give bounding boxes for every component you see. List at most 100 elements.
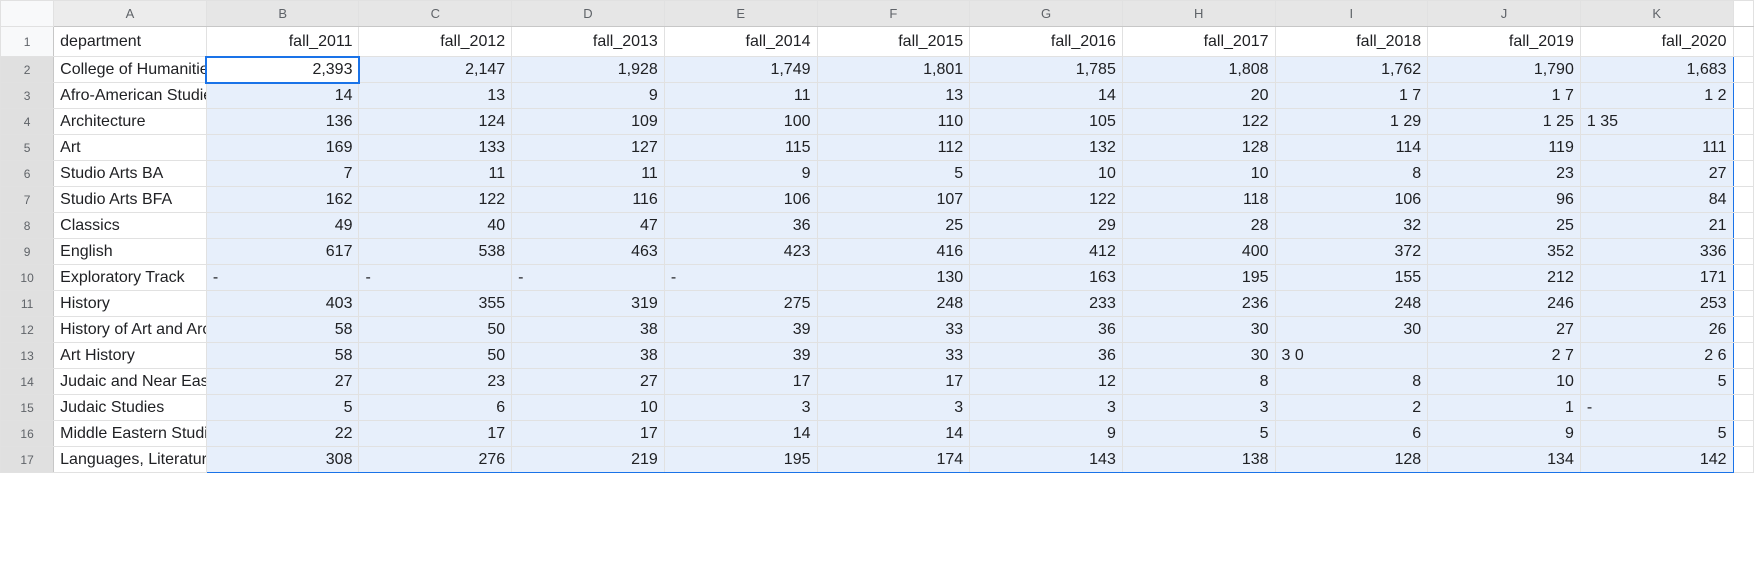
cell-J10[interactable]: 212 [1428, 265, 1581, 291]
cell-D2[interactable]: 1,928 [512, 57, 665, 83]
cell-G5[interactable]: 132 [970, 135, 1123, 161]
cell-C8[interactable]: 40 [359, 213, 512, 239]
cell-D11[interactable]: 319 [512, 291, 665, 317]
cell-C16[interactable]: 17 [359, 421, 512, 447]
cell-K14[interactable]: 5 [1580, 369, 1733, 395]
cell-B15[interactable]: 5 [206, 395, 359, 421]
cell-J15[interactable]: 1 [1428, 395, 1581, 421]
cell-A9[interactable]: English [54, 239, 207, 265]
cell-C11[interactable]: 355 [359, 291, 512, 317]
cell-D5[interactable]: 127 [512, 135, 665, 161]
cell-B5[interactable]: 169 [206, 135, 359, 161]
cell-I15[interactable]: 2 [1275, 395, 1428, 421]
cell-E7[interactable]: 106 [664, 187, 817, 213]
row-header-17[interactable]: 17 [1, 447, 54, 473]
cell-K10[interactable]: 171 [1580, 265, 1733, 291]
cell-I13[interactable]: 3 0 [1275, 343, 1428, 369]
cell-A2[interactable]: College of Humanities [54, 57, 207, 83]
cell-G7[interactable]: 122 [970, 187, 1123, 213]
cell-G6[interactable]: 10 [970, 161, 1123, 187]
row-header-15[interactable]: 15 [1, 395, 54, 421]
cell-H13[interactable]: 30 [1122, 343, 1275, 369]
cell-B8[interactable]: 49 [206, 213, 359, 239]
cell-I6[interactable]: 8 [1275, 161, 1428, 187]
cell-H8[interactable]: 28 [1122, 213, 1275, 239]
cell-I16[interactable]: 6 [1275, 421, 1428, 447]
col-header-I[interactable]: I [1275, 1, 1428, 27]
cell-K9[interactable]: 336 [1580, 239, 1733, 265]
cell-J1[interactable]: fall_2019 [1428, 27, 1581, 57]
cell-J14[interactable]: 10 [1428, 369, 1581, 395]
cell-G1[interactable]: fall_2016 [970, 27, 1123, 57]
cell-K13[interactable]: 2 6 [1580, 343, 1733, 369]
cell-H5[interactable]: 128 [1122, 135, 1275, 161]
col-header-J[interactable]: J [1428, 1, 1581, 27]
cell-F3[interactable]: 13 [817, 83, 970, 109]
cell-E2[interactable]: 1,749 [664, 57, 817, 83]
cell-J11[interactable]: 246 [1428, 291, 1581, 317]
cell-C2[interactable]: 2,147 [359, 57, 512, 83]
cell-B17[interactable]: 308 [206, 447, 359, 473]
cell-B11[interactable]: 403 [206, 291, 359, 317]
cell-K7[interactable]: 84 [1580, 187, 1733, 213]
cell-C9[interactable]: 538 [359, 239, 512, 265]
cell-E15[interactable]: 3 [664, 395, 817, 421]
cell-C17[interactable]: 276 [359, 447, 512, 473]
cell-A7[interactable]: Studio Arts BFA [54, 187, 207, 213]
cell-E16[interactable]: 14 [664, 421, 817, 447]
cell-K3[interactable]: 1 2 [1580, 83, 1733, 109]
cell-B6[interactable]: 7 [206, 161, 359, 187]
cell-C1[interactable]: fall_2012 [359, 27, 512, 57]
cell-A13[interactable]: Art History [54, 343, 207, 369]
cell-G16[interactable]: 9 [970, 421, 1123, 447]
cell-J4[interactable]: 1 25 [1428, 109, 1581, 135]
col-header-A[interactable]: A [54, 1, 207, 27]
cell-A11[interactable]: History [54, 291, 207, 317]
cell-F15[interactable]: 3 [817, 395, 970, 421]
cell-B12[interactable]: 58 [206, 317, 359, 343]
cell-E4[interactable]: 100 [664, 109, 817, 135]
cell-H15[interactable]: 3 [1122, 395, 1275, 421]
cell-G3[interactable]: 14 [970, 83, 1123, 109]
cell-D4[interactable]: 109 [512, 109, 665, 135]
cell-E6[interactable]: 9 [664, 161, 817, 187]
cell-E1[interactable]: fall_2014 [664, 27, 817, 57]
cell-G13[interactable]: 36 [970, 343, 1123, 369]
cell-J16[interactable]: 9 [1428, 421, 1581, 447]
cell-E13[interactable]: 39 [664, 343, 817, 369]
cell-C6[interactable]: 11 [359, 161, 512, 187]
cell-D7[interactable]: 116 [512, 187, 665, 213]
row-header-2[interactable]: 2 [1, 57, 54, 83]
cell-I14[interactable]: 8 [1275, 369, 1428, 395]
cell-F13[interactable]: 33 [817, 343, 970, 369]
cell-I4[interactable]: 1 29 [1275, 109, 1428, 135]
cell-D16[interactable]: 17 [512, 421, 665, 447]
cell-B14[interactable]: 27 [206, 369, 359, 395]
cell-C13[interactable]: 50 [359, 343, 512, 369]
cell-A5[interactable]: Art [54, 135, 207, 161]
row-header-6[interactable]: 6 [1, 161, 54, 187]
cell-H11[interactable]: 236 [1122, 291, 1275, 317]
cell-C14[interactable]: 23 [359, 369, 512, 395]
cell-D17[interactable]: 219 [512, 447, 665, 473]
cell-H16[interactable]: 5 [1122, 421, 1275, 447]
row-header-7[interactable]: 7 [1, 187, 54, 213]
cell-F2[interactable]: 1,801 [817, 57, 970, 83]
cell-G10[interactable]: 163 [970, 265, 1123, 291]
cell-G15[interactable]: 3 [970, 395, 1123, 421]
cell-K2[interactable]: 1,683 [1580, 57, 1733, 83]
cell-C12[interactable]: 50 [359, 317, 512, 343]
cell-A6[interactable]: Studio Arts BA [54, 161, 207, 187]
col-header-D[interactable]: D [512, 1, 665, 27]
col-header-H[interactable]: H [1122, 1, 1275, 27]
cell-A12[interactable]: History of Art and Architecture [54, 317, 207, 343]
cell-C15[interactable]: 6 [359, 395, 512, 421]
cell-F1[interactable]: fall_2015 [817, 27, 970, 57]
cell-E9[interactable]: 423 [664, 239, 817, 265]
cell-A10[interactable]: Exploratory Track [54, 265, 207, 291]
cell-J13[interactable]: 2 7 [1428, 343, 1581, 369]
cell-K12[interactable]: 26 [1580, 317, 1733, 343]
cell-D6[interactable]: 11 [512, 161, 665, 187]
cell-J6[interactable]: 23 [1428, 161, 1581, 187]
col-header-C[interactable]: C [359, 1, 512, 27]
